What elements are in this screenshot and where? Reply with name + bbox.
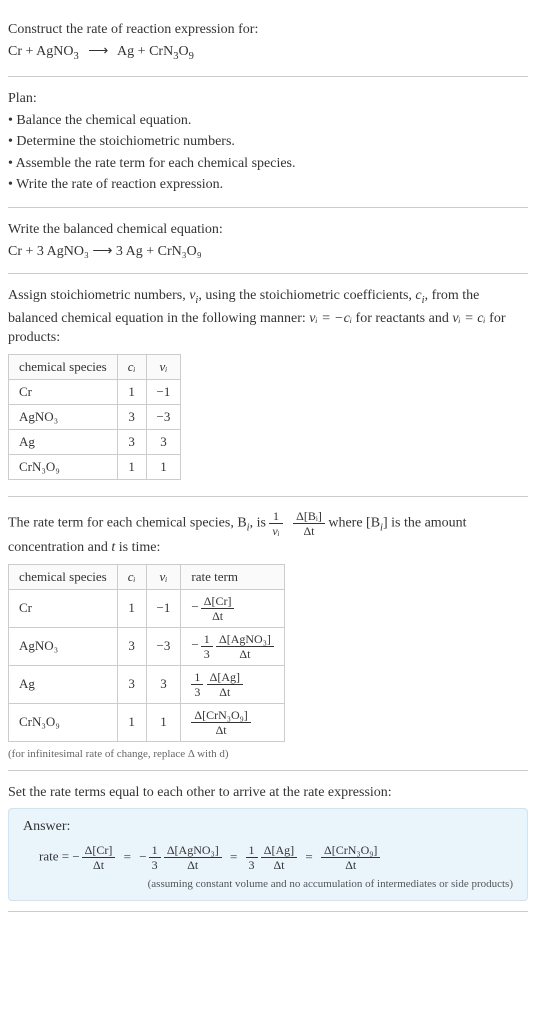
balanced-heading: Write the balanced chemical equation: bbox=[8, 220, 528, 240]
table-row: Ag 3 3 13 Δ[Ag]Δt bbox=[9, 665, 285, 703]
col-species: chemical species bbox=[9, 564, 118, 589]
rate-cell: 13 Δ[Ag]Δt bbox=[181, 665, 284, 703]
arrow-icon: ⟶ bbox=[82, 44, 114, 59]
col-rate: rate term bbox=[181, 564, 284, 589]
plan-item: • Write the rate of reaction expression. bbox=[8, 175, 528, 195]
plan-heading: Plan: bbox=[8, 89, 528, 109]
table-row: Cr 1 −1 −Δ[Cr]Δt bbox=[9, 589, 285, 627]
assign-section: Assign stoichiometric numbers, νi, using… bbox=[8, 274, 528, 497]
col-nui: νᵢ bbox=[146, 564, 181, 589]
reactant-cr: Cr bbox=[8, 44, 22, 59]
rate-cell: Δ[CrN₃O₉]Δt bbox=[181, 703, 284, 741]
balanced-section: Write the balanced chemical equation: Cr… bbox=[8, 208, 528, 274]
unbalanced-equation: Cr + AgNO3 ⟶ Ag + CrN3O9 bbox=[8, 42, 528, 64]
balanced-equation: Cr + 3 AgNO₃ ⟶ 3 Ag + CrN₃O₉ bbox=[8, 242, 528, 262]
infinitesimal-note: (for infinitesimal rate of change, repla… bbox=[8, 748, 528, 760]
assign-text: Assign stoichiometric numbers, νi, using… bbox=[8, 286, 528, 348]
rate-expression: rate = −Δ[Cr]Δt = −13 Δ[AgNO₃]Δt = 13 Δ[… bbox=[23, 843, 513, 872]
stoich-table: chemical species cᵢ νᵢ Cr1−1 AgNO₃3−3 Ag… bbox=[8, 354, 181, 480]
final-section: Set the rate terms equal to each other t… bbox=[8, 771, 528, 913]
plan-section: Plan: • Balance the chemical equation. •… bbox=[8, 77, 528, 208]
col-nui: νᵢ bbox=[146, 354, 181, 379]
plan-item: • Balance the chemical equation. bbox=[8, 111, 528, 131]
table-row: AgNO₃ 3 −3 −13 Δ[AgNO₃]Δt bbox=[9, 627, 285, 665]
col-species: chemical species bbox=[9, 354, 118, 379]
reactant-agno3: AgNO3 bbox=[36, 44, 79, 59]
table-row: AgNO₃3−3 bbox=[9, 404, 181, 429]
plus: + bbox=[138, 44, 146, 59]
table-row: CrN₃O₉11 bbox=[9, 454, 181, 479]
answer-box: Answer: rate = −Δ[Cr]Δt = −13 Δ[AgNO₃]Δt… bbox=[8, 808, 528, 901]
final-heading: Set the rate terms equal to each other t… bbox=[8, 783, 528, 803]
answer-label: Answer: bbox=[23, 819, 513, 835]
col-ci: cᵢ bbox=[117, 564, 146, 589]
assumption-note: (assuming constant volume and no accumul… bbox=[23, 878, 513, 890]
table-row: Ag33 bbox=[9, 429, 181, 454]
product-ag: Ag bbox=[117, 44, 134, 59]
table-row: Cr1−1 bbox=[9, 379, 181, 404]
col-ci: cᵢ bbox=[117, 354, 146, 379]
problem-title: Construct the rate of reaction expressio… bbox=[8, 20, 528, 40]
rateterm-text: The rate term for each chemical species,… bbox=[8, 509, 528, 558]
table-row: CrN₃O₉ 1 1 Δ[CrN₃O₉]Δt bbox=[9, 703, 285, 741]
frac-dbi-dt: Δ[Bᵢ]Δt bbox=[293, 509, 325, 538]
rateterm-section: The rate term for each chemical species,… bbox=[8, 497, 528, 771]
rate-cell: −13 Δ[AgNO₃]Δt bbox=[181, 627, 284, 665]
table-header-row: chemical species cᵢ νᵢ rate term bbox=[9, 564, 285, 589]
rate-cell: −Δ[Cr]Δt bbox=[181, 589, 284, 627]
plan-item: • Determine the stoichiometric numbers. bbox=[8, 132, 528, 152]
plan-item: • Assemble the rate term for each chemic… bbox=[8, 154, 528, 174]
table-header-row: chemical species cᵢ νᵢ bbox=[9, 354, 181, 379]
plus: + bbox=[26, 44, 34, 59]
problem-section: Construct the rate of reaction expressio… bbox=[8, 8, 528, 77]
frac-1-nui: 1νᵢ bbox=[269, 509, 282, 538]
rateterm-table: chemical species cᵢ νᵢ rate term Cr 1 −1… bbox=[8, 564, 285, 742]
product-crn3o9: CrN3O9 bbox=[149, 44, 194, 59]
